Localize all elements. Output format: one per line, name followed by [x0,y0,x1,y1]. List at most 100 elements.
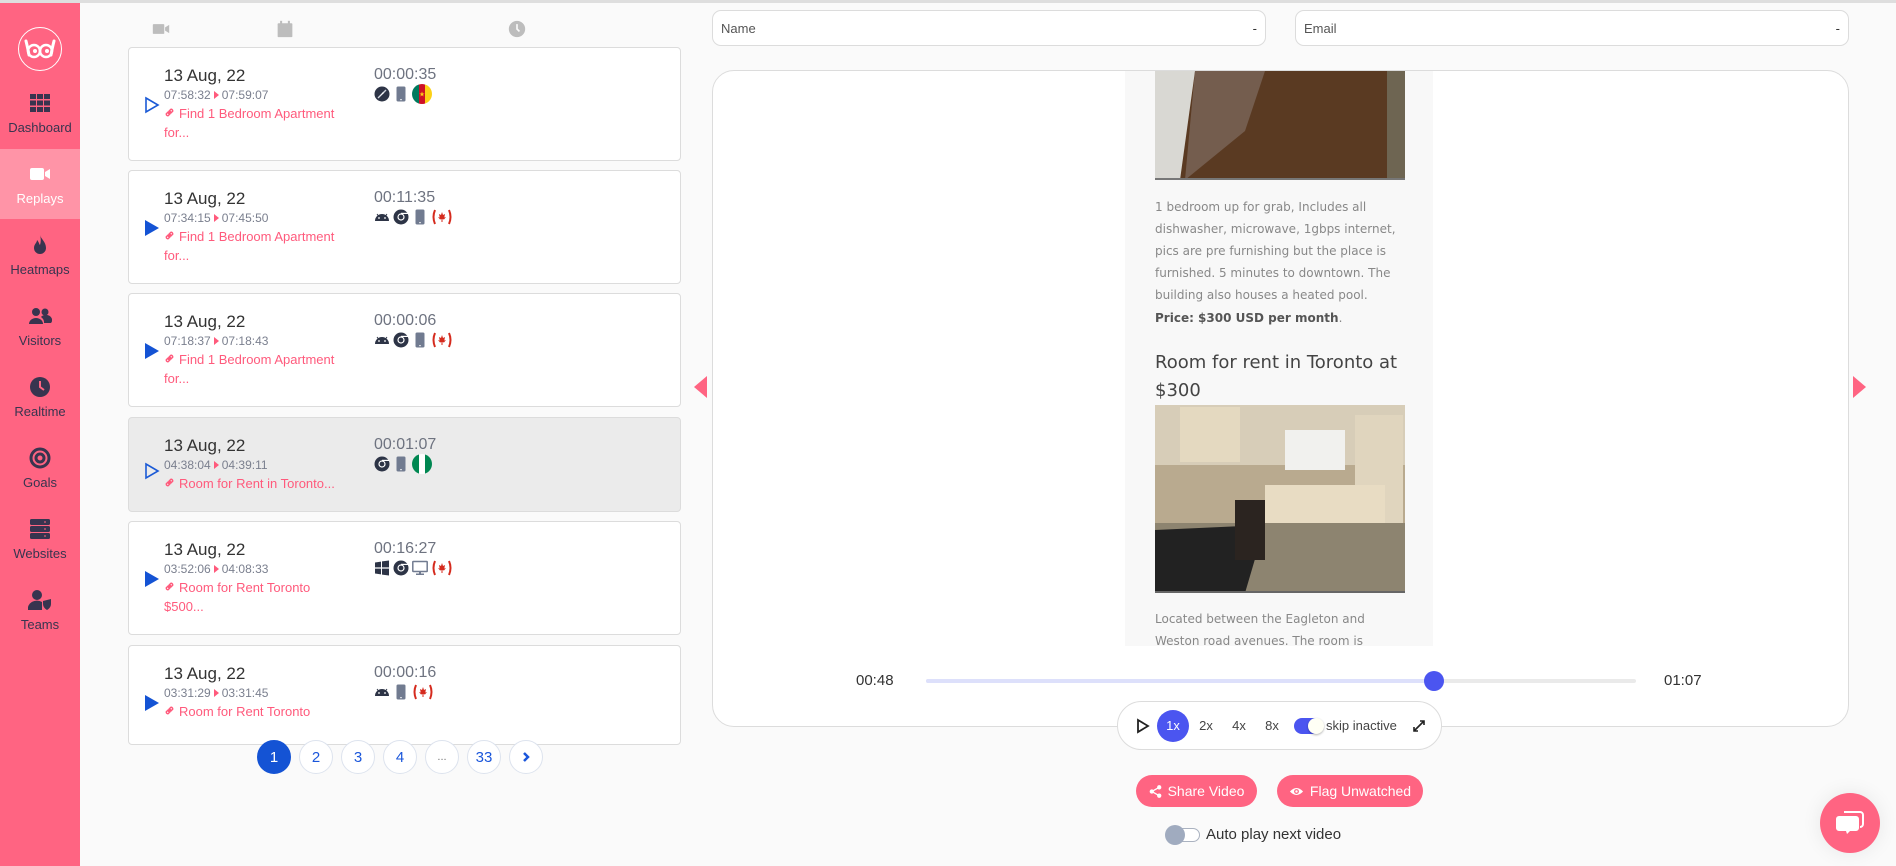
page-2-button[interactable]: 2 [299,740,333,774]
chat-widget-button[interactable] [1820,793,1880,853]
previous-session-arrow[interactable] [694,376,707,398]
session-device-info [374,207,453,227]
arrow-right-icon [213,91,219,99]
page-33-button[interactable]: 33 [467,740,501,774]
session-page-title: Find 1 Bedroom Apartment [179,352,335,367]
flame-icon [34,234,46,254]
page-4-button[interactable]: 4 [383,740,417,774]
session-duration: 00:16:27 [374,540,437,557]
sidebar: Dashboard Replays Heatmaps Visitors Real… [0,3,80,866]
speed-8x-button[interactable]: 8x [1256,710,1288,742]
session-card[interactable]: 13 Aug, 22 07:18:37 07:18:43 Find 1 Bedroom… [128,293,681,407]
calendar-icon[interactable] [276,20,294,38]
apartment-floor-photo [1155,71,1405,180]
top-border [0,0,1896,3]
session-page-title: Room for Rent Toronto [179,580,311,595]
share-video-button[interactable]: Share Video [1136,775,1257,807]
sidebar-item-label: Realtime [14,403,66,419]
sidebar-item-label: Replays [16,190,64,206]
page-1-button[interactable]: 1 [257,740,291,774]
session-start-time: 07:58:32 [164,88,211,102]
speed-1x-button[interactable]: 1x [1157,709,1189,742]
sidebar-item-realtime[interactable]: Realtime [0,362,80,432]
name-filter[interactable]: Name - [712,10,1266,46]
windows-icon [374,560,390,576]
next-session-arrow[interactable] [1853,376,1866,398]
page-3-button[interactable]: 3 [341,740,375,774]
skip-inactive-toggle[interactable] [1294,717,1324,734]
app-logo[interactable] [18,27,62,71]
session-page-link[interactable]: Room for Rent in Toronto... [164,474,354,493]
next-page-button[interactable] [509,740,543,774]
play-filled-icon[interactable] [144,694,160,712]
sidebar-item-goals[interactable]: Goals [0,433,80,503]
speed-4x-button[interactable]: 4x [1223,710,1255,742]
play-outline-icon[interactable] [144,96,160,114]
session-device-info [374,454,432,474]
name-filter-label: Name [721,20,756,36]
mobile-icon [393,684,409,700]
share-video-label: Share Video [1167,783,1245,799]
play-filled-icon[interactable] [144,570,160,588]
timeline-track[interactable] [926,671,1636,691]
current-time: 00:48 [856,672,894,689]
autoplay-toggle[interactable] [1165,824,1200,845]
session-card[interactable]: 13 Aug, 22 04:38:04 04:39:11 Room for Rent … [128,417,681,512]
session-page-link[interactable]: Find 1 Bedroom Apartment for... [164,227,354,265]
session-card[interactable]: 13 Aug, 22 03:52:06 04:08:33 Room for Rent … [128,521,681,635]
session-page-link[interactable]: Room for Rent Toronto [164,702,354,721]
session-page-link[interactable]: Find 1 Bedroom Apartment for... [164,350,354,388]
sidebar-item-heatmaps[interactable]: Heatmaps [0,220,80,290]
session-start-time: 07:18:37 [164,334,211,348]
session-card[interactable]: 13 Aug, 22 07:58:32 07:59:07 Find 1 Bedroom… [128,47,681,161]
session-page-link[interactable]: Room for Rent Toronto $500... [164,578,354,616]
session-card[interactable]: 13 Aug, 22 03:31:29 03:31:45 Room for Rent … [128,645,681,745]
arrow-right-icon [213,689,219,697]
session-start-time: 04:38:04 [164,458,211,472]
listing-description: 1 bedroom up for grab, Includes all dish… [1155,200,1396,302]
skip-inactive-label: skip inactive [1326,718,1397,733]
video-camera-icon[interactable] [152,20,170,38]
target-icon [29,447,51,468]
sidebar-item-label: Dashboard [8,119,72,135]
page-ellipsis: ... [425,740,459,774]
session-end-time: 07:18:43 [221,334,269,348]
session-time-range: 03:52:06 04:08:33 [164,562,268,576]
session-date: 13 Aug, 22 [164,664,246,683]
fullscreen-expand-icon[interactable] [1411,718,1427,734]
sidebar-item-visitors[interactable]: Visitors [0,291,80,361]
session-start-time: 03:31:29 [164,686,211,700]
sidebar-item-replays[interactable]: Replays [0,149,80,219]
name-filter-value: - [1252,20,1257,36]
link-icon [164,578,176,597]
playback-controls: 1x 2x 4x 8x skip inactive [1117,701,1442,750]
sidebar-item-label: Visitors [18,332,62,348]
sidebar-item-dashboard[interactable]: Dashboard [0,78,80,148]
play-filled-icon[interactable] [144,219,160,237]
session-page-link[interactable]: Find 1 Bedroom Apartment for... [164,104,354,142]
timeline-progress [926,679,1435,683]
play-outline-icon[interactable] [144,462,160,480]
session-date: 13 Aug, 22 [164,189,246,208]
session-end-time: 07:59:07 [221,88,269,102]
flag-canada-icon [412,684,434,700]
sidebar-item-teams[interactable]: Teams [0,575,80,645]
listing-price: Price: $300 USD per month. [1155,307,1405,329]
session-device-info [374,330,453,350]
session-card[interactable]: 13 Aug, 22 07:34:15 07:45:50 Find 1 Bedroom… [128,170,681,284]
speed-2x-button[interactable]: 2x [1190,710,1222,742]
clock-icon[interactable] [508,20,526,38]
session-date: 13 Aug, 22 [164,312,246,331]
email-filter-label: Email [1304,20,1337,36]
play-filled-icon[interactable] [144,342,160,360]
chrome-icon [374,456,390,472]
arrow-right-icon [213,337,219,345]
pagination: 1 2 3 4 ... 33 [257,740,543,774]
email-filter[interactable]: Email - [1295,10,1849,46]
flag-unwatched-button[interactable]: Flag Unwatched [1277,775,1423,807]
chrome-icon [393,560,409,576]
mobile-icon [412,332,428,348]
chat-bubbles-icon [1836,811,1864,834]
sidebar-item-websites[interactable]: Websites [0,504,80,574]
play-icon[interactable] [1136,717,1150,734]
